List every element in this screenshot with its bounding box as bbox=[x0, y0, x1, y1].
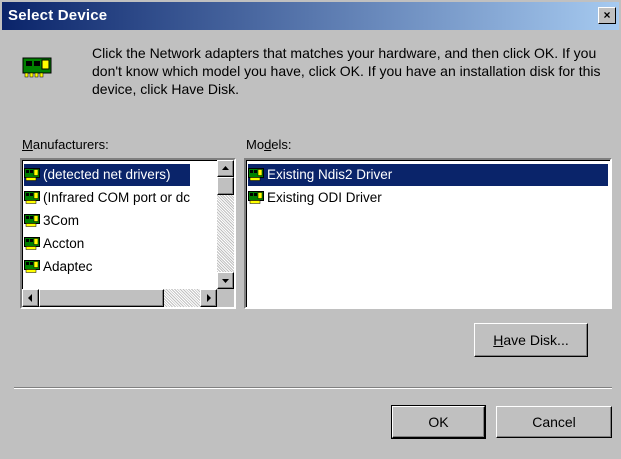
network-adapter-icon bbox=[24, 260, 40, 274]
close-button[interactable]: × bbox=[598, 7, 616, 24]
dialog-title: Select Device bbox=[8, 7, 108, 24]
list-item[interactable]: Accton bbox=[24, 233, 84, 255]
network-adapter-icon bbox=[24, 168, 40, 182]
scroll-corner bbox=[217, 289, 234, 307]
scroll-up-button[interactable] bbox=[217, 160, 234, 177]
ok-button[interactable]: OK bbox=[391, 405, 486, 439]
network-adapter-icon bbox=[24, 214, 40, 228]
manufacturers-label: Manufacturers: bbox=[22, 137, 109, 152]
scroll-down-button[interactable] bbox=[217, 272, 234, 289]
network-adapter-icon bbox=[22, 57, 52, 78]
manufacturers-listbox[interactable]: (detected net drivers) (Infrared COM por… bbox=[20, 158, 236, 309]
list-item[interactable]: (detected net drivers) bbox=[24, 164, 190, 186]
network-adapter-icon bbox=[248, 191, 264, 205]
select-device-dialog: Select Device × Click the Network adapte… bbox=[0, 0, 621, 459]
list-item[interactable]: Existing Ndis2 Driver bbox=[248, 164, 608, 186]
arrow-down-icon bbox=[222, 279, 229, 283]
vertical-scrollbar[interactable] bbox=[217, 160, 234, 289]
arrow-up-icon bbox=[222, 166, 229, 170]
network-adapter-icon bbox=[248, 168, 264, 182]
close-icon: × bbox=[603, 8, 611, 22]
scroll-thumb[interactable] bbox=[39, 289, 164, 307]
list-item[interactable]: Adaptec bbox=[24, 256, 93, 278]
models-listbox[interactable]: Existing Ndis2 Driver Existing ODI Drive… bbox=[244, 158, 612, 309]
arrow-left-icon bbox=[28, 294, 32, 302]
scroll-right-button[interactable] bbox=[200, 289, 217, 307]
models-label: Models: bbox=[246, 137, 292, 152]
list-item[interactable]: 3Com bbox=[24, 210, 79, 232]
arrow-right-icon bbox=[207, 294, 211, 302]
separator bbox=[14, 387, 612, 389]
scroll-left-button[interactable] bbox=[22, 289, 39, 307]
list-item[interactable]: Existing ODI Driver bbox=[248, 187, 382, 209]
horizontal-scrollbar[interactable] bbox=[22, 289, 217, 307]
network-adapter-icon bbox=[24, 237, 40, 251]
have-disk-button[interactable]: Have Disk... bbox=[474, 323, 588, 357]
scroll-thumb[interactable] bbox=[217, 177, 234, 195]
title-bar[interactable]: Select Device × bbox=[2, 2, 619, 30]
network-adapter-icon bbox=[24, 191, 40, 205]
instructions-text: Click the Network adapters that matches … bbox=[92, 45, 601, 97]
list-item[interactable]: (Infrared COM port or dc bbox=[24, 187, 190, 209]
cancel-button[interactable]: Cancel bbox=[496, 406, 612, 438]
